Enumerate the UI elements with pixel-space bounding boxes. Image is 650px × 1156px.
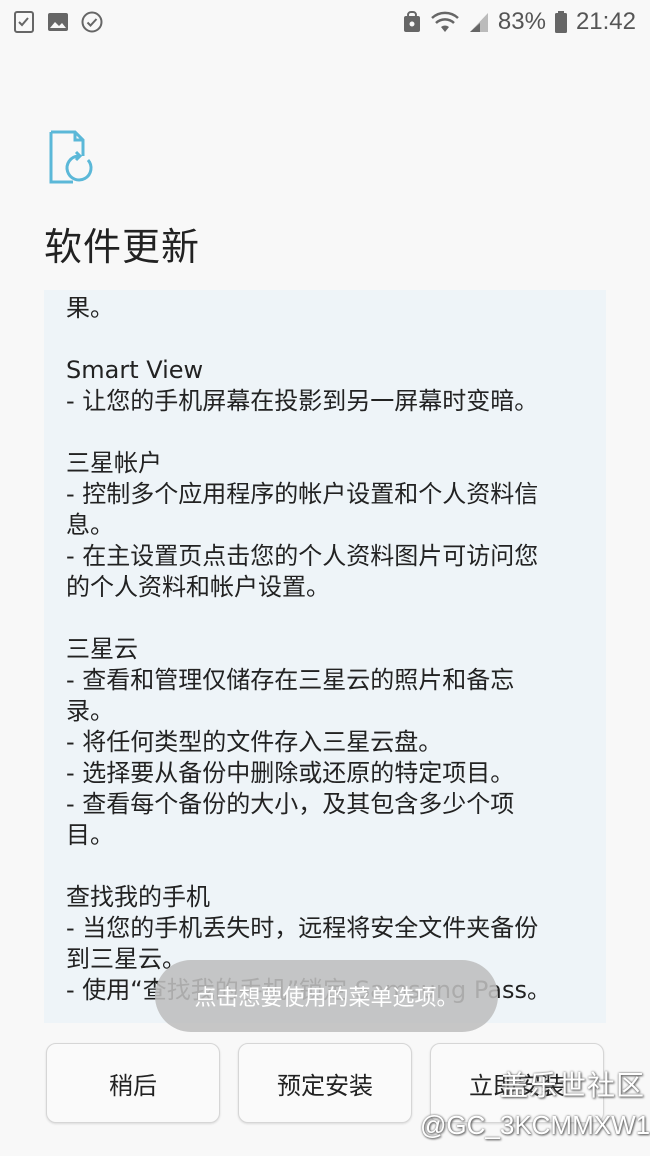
notes-line: 息。 bbox=[66, 511, 114, 539]
page-title: 软件更新 bbox=[44, 225, 201, 269]
schedule-install-button[interactable]: 预定安装 bbox=[238, 1043, 412, 1123]
battery-icon bbox=[554, 10, 568, 34]
watermark-community: 盖乐世社区 bbox=[500, 1069, 646, 1102]
notes-spacer bbox=[66, 324, 586, 355]
notes-line: 果。 bbox=[66, 294, 114, 322]
notes-line: 三星帐户 bbox=[66, 449, 162, 477]
toast-text: 点击想要使用的菜单选项。 bbox=[194, 986, 459, 1011]
notes-line: - 查看和管理仅储存在三星云的照片和备忘 bbox=[66, 666, 515, 694]
check-circle-icon bbox=[80, 10, 104, 38]
clock: 21:42 bbox=[575, 8, 636, 35]
toast-message: 点击想要使用的菜单选项。 bbox=[155, 960, 498, 1032]
watermark-user: @GC_3KCMMXW1 bbox=[420, 1110, 650, 1140]
notes-line: - 让您的手机屏幕在投影到另一屏幕时变暗。 bbox=[66, 387, 539, 415]
secure-folder-icon bbox=[402, 10, 422, 34]
notes-line: - 当您的手机丢失时，远程将安全文件夹备份 bbox=[66, 914, 539, 942]
later-button[interactable]: 稍后 bbox=[46, 1043, 220, 1123]
signal-icon bbox=[468, 10, 490, 34]
release-notes-panel[interactable]: 果。 Smart View - 让您的手机屏幕在投影到另一屏幕时变暗。 三星帐户 - 控… bbox=[44, 290, 606, 1023]
checklist-icon bbox=[12, 10, 36, 38]
notes-spacer bbox=[66, 603, 586, 634]
notes-line: 查找我的手机 bbox=[66, 883, 210, 911]
software-update-icon bbox=[48, 130, 98, 184]
notes-line: 三星云 bbox=[66, 635, 138, 663]
notes-line: - 将任何类型的文件存入三星云盘。 bbox=[66, 728, 443, 756]
wifi-icon bbox=[430, 10, 460, 34]
notes-line: Smart View bbox=[66, 356, 204, 384]
release-notes-text: 果。 Smart View - 让您的手机屏幕在投影到另一屏幕时变暗。 三星帐户 - 控… bbox=[66, 293, 586, 1006]
battery-percent: 83% bbox=[497, 8, 546, 35]
notes-spacer bbox=[66, 417, 586, 448]
notification-icons bbox=[12, 10, 104, 38]
system-indicators: 83% 21:42 bbox=[402, 8, 636, 36]
notes-line: 目。 bbox=[66, 821, 114, 849]
notes-line: - 查看每个备份的大小，及其包含多少个项 bbox=[66, 790, 515, 818]
notes-line: - 选择要从备份中删除或还原的特定项目。 bbox=[66, 759, 515, 787]
notes-line: 的个人资料和帐户设置。 bbox=[66, 573, 330, 601]
notes-line: - 在主设置页点击您的个人资料图片可访问您 bbox=[66, 542, 539, 570]
status-bar: 83% 21:42 bbox=[0, 0, 650, 46]
notes-line: - 控制多个应用程序的帐户设置和个人资料信 bbox=[66, 480, 539, 508]
notes-line: 录。 bbox=[66, 697, 114, 725]
notes-spacer bbox=[66, 851, 586, 882]
gallery-icon bbox=[46, 10, 70, 38]
